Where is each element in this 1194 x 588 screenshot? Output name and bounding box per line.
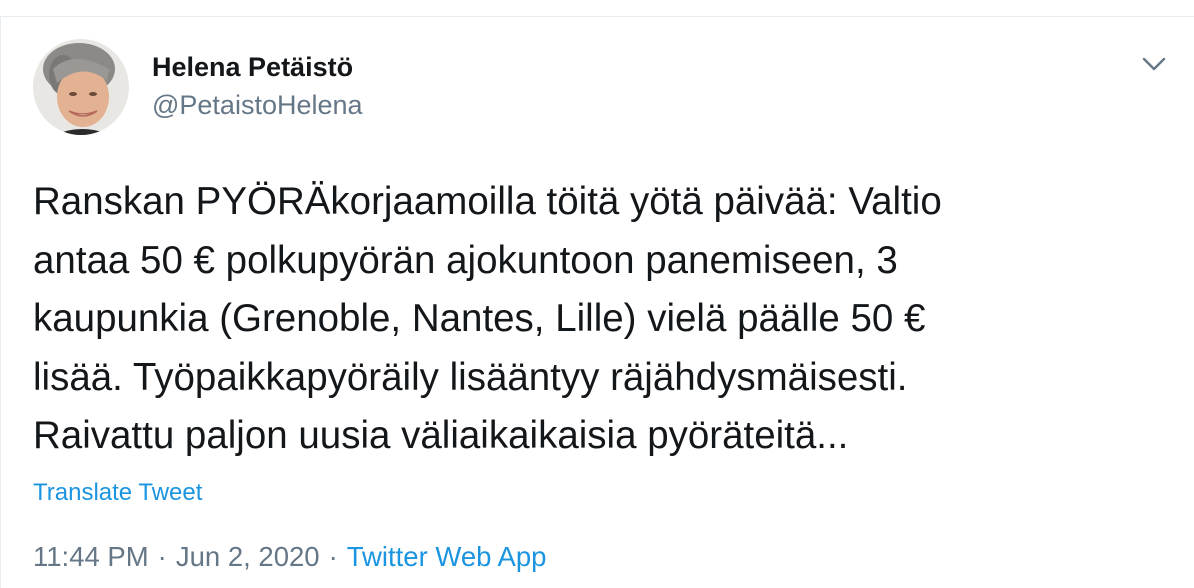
author-handle[interactable]: @PetaistoHelena xyxy=(152,90,363,121)
tweet-text-line: Raivattu paljon uusia väliaikaikaisia py… xyxy=(33,414,849,457)
meta-separator: · xyxy=(328,541,338,572)
left-border xyxy=(0,16,1,588)
translate-tweet-link[interactable]: Translate Tweet xyxy=(33,479,202,507)
tweet-metadata: 11:44 PM · Jun 2, 2020 · Twitter Web App xyxy=(33,541,546,573)
author-display-name[interactable]: Helena Petäistö xyxy=(152,52,353,83)
tweet-text-line: Ranskan PYÖRÄkorjaamoilla töitä yötä päi… xyxy=(33,180,942,223)
tweet-text: Ranskan PYÖRÄkorjaamoilla töitä yötä päi… xyxy=(33,173,1163,466)
tweet-time[interactable]: 11:44 PM xyxy=(33,541,149,572)
meta-separator: · xyxy=(157,541,167,572)
tweet-date[interactable]: Jun 2, 2020 xyxy=(176,541,320,572)
tweet-text-line: lisää. Työpaikkapyöräily lisääntyy räjäh… xyxy=(33,355,908,399)
top-divider xyxy=(0,16,1194,17)
chevron-down-icon[interactable] xyxy=(1140,52,1168,76)
tweet-text-line: kaupunkia (Grenoble, Nantes, Lille) viel… xyxy=(33,297,926,340)
tweet-text-line: antaa 50 € polkupyörän ajokuntoon panemi… xyxy=(33,238,898,282)
avatar-photo xyxy=(33,39,129,135)
tweet-source-link[interactable]: Twitter Web App xyxy=(347,541,547,572)
avatar[interactable] xyxy=(33,39,129,135)
